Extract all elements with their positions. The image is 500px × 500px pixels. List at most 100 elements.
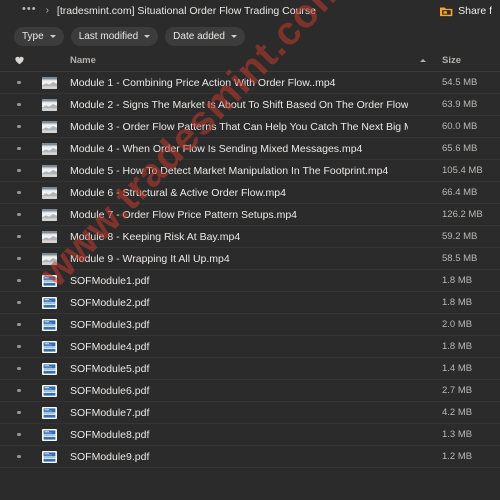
dot-icon [17,366,21,371]
breadcrumb-current-folder[interactable]: [tradesmint.com] Situational Order Flow … [57,5,316,17]
table-row[interactable]: Module 8 - Keeping Risk At Bay.mp4 59.2 M… [0,226,500,248]
row-favorite-toggle[interactable] [0,102,38,107]
filter-pill-date-added[interactable]: Date added [165,26,245,46]
table-row[interactable]: SOFModule9.pdf 1.2 MB [0,446,500,468]
table-row[interactable]: SOFModule5.pdf 1.4 MB [0,358,500,380]
row-file-name[interactable]: Module 9 - Wrapping It All Up.mp4 [60,253,408,265]
pdf-thumbnail-icon [41,384,57,397]
table-row[interactable]: SOFModule6.pdf 2.7 MB [0,380,500,402]
table-row[interactable]: Module 9 - Wrapping It All Up.mp4 58.5 MB [0,248,500,270]
table-row[interactable]: SOFModule7.pdf 4.2 MB [0,402,500,424]
row-file-icon [38,98,60,111]
row-file-size: 59.2 MB [442,231,478,242]
video-thumbnail-icon [41,252,57,265]
row-file-name[interactable]: SOFModule7.pdf [60,407,408,419]
table-row[interactable]: Module 2 - Signs The Market Is About To … [0,94,500,116]
pdf-thumbnail-icon [41,318,57,331]
row-file-icon [38,450,60,463]
row-file-name[interactable]: SOFModule8.pdf [60,429,408,441]
row-file-size: 54.5 MB [442,77,478,88]
row-file-name[interactable]: SOFModule9.pdf [60,451,408,463]
table-row[interactable]: SOFModule8.pdf 1.3 MB [0,424,500,446]
row-file-name[interactable]: Module 5 - How To Detect Market Manipula… [60,165,408,177]
row-favorite-toggle[interactable] [0,410,38,415]
row-favorite-toggle[interactable] [0,256,38,261]
row-file-name[interactable]: Module 4 - When Order Flow Is Sending Mi… [60,143,408,155]
row-file-name[interactable]: SOFModule6.pdf [60,385,408,397]
share-button[interactable]: Share f [440,5,492,17]
row-file-name[interactable]: SOFModule3.pdf [60,319,408,331]
row-file-icon [38,208,60,221]
row-favorite-toggle[interactable] [0,146,38,151]
row-favorite-toggle[interactable] [0,300,38,305]
row-file-name[interactable]: SOFModule1.pdf [60,275,408,287]
row-file-icon [38,230,60,243]
row-favorite-toggle[interactable] [0,322,38,327]
filter-pill-last-modified[interactable]: Last modified [70,26,159,46]
row-file-size: 1.8 MB [442,275,473,286]
dot-icon [17,344,21,349]
row-file-name[interactable]: SOFModule2.pdf [60,297,408,309]
table-row[interactable]: Module 3 - Order Flow Patterns That Can … [0,116,500,138]
row-file-size: 1.3 MB [442,429,473,440]
table-row[interactable]: SOFModule3.pdf 2.0 MB [0,314,500,336]
table-header-row: Name Size [0,50,500,72]
row-file-size: 1.2 MB [442,451,473,462]
table-row[interactable]: SOFModule4.pdf 1.8 MB [0,336,500,358]
favorite-column-header[interactable] [0,56,38,65]
row-favorite-toggle[interactable] [0,344,38,349]
table-row[interactable]: Module 6 - Structural & Active Order Flo… [0,182,500,204]
row-favorite-toggle[interactable] [0,168,38,173]
row-file-name[interactable]: SOFModule5.pdf [60,363,408,375]
table-row[interactable]: Module 4 - When Order Flow Is Sending Mi… [0,138,500,160]
row-file-size: 2.0 MB [442,319,473,330]
row-file-size: 4.2 MB [442,407,473,418]
table-row[interactable]: SOFModule1.pdf 1.8 MB [0,270,500,292]
breadcrumb-separator-icon: › [45,5,49,16]
filter-pill-type[interactable]: Type [14,26,64,46]
row-favorite-toggle[interactable] [0,190,38,195]
row-file-name[interactable]: Module 3 - Order Flow Patterns That Can … [60,121,408,133]
chevron-down-icon [49,34,56,38]
row-file-size: 63.9 MB [442,99,478,110]
row-file-name[interactable]: Module 6 - Structural & Active Order Flo… [60,187,408,199]
row-favorite-toggle[interactable] [0,432,38,437]
video-thumbnail-icon [41,76,57,89]
table-row[interactable]: Module 1 - Combining Price Action With O… [0,72,500,94]
row-favorite-toggle[interactable] [0,454,38,459]
file-rows-container: Module 1 - Combining Price Action With O… [0,72,500,468]
table-row[interactable]: Module 5 - How To Detect Market Manipula… [0,160,500,182]
row-file-name[interactable]: Module 1 - Combining Price Action With O… [60,77,408,89]
row-favorite-toggle[interactable] [0,278,38,283]
dot-icon [17,146,21,151]
row-favorite-toggle[interactable] [0,234,38,239]
breadcrumb-overflow-button[interactable]: ••• [22,4,37,18]
row-file-size: 1.4 MB [442,363,473,374]
size-column-header[interactable]: Size [438,55,500,66]
video-thumbnail-icon [41,98,57,111]
dot-icon [17,432,21,437]
row-file-size: 2.7 MB [442,385,473,396]
row-favorite-toggle[interactable] [0,80,38,85]
row-file-name[interactable]: Module 8 - Keeping Risk At Bay.mp4 [60,231,408,243]
heart-icon [14,56,24,65]
folder-icon [440,7,453,16]
video-thumbnail-icon [41,230,57,243]
row-favorite-toggle[interactable] [0,388,38,393]
filter-pill-type-label: Type [22,30,44,42]
table-row[interactable]: SOFModule2.pdf 1.8 MB [0,292,500,314]
dot-icon [17,300,21,305]
row-favorite-toggle[interactable] [0,366,38,371]
dot-icon [17,234,21,239]
row-favorite-toggle[interactable] [0,124,38,129]
sort-ascending-button[interactable] [408,59,438,62]
dot-icon [17,168,21,173]
table-row[interactable]: Module 7 - Order Flow Price Pattern Setu… [0,204,500,226]
row-file-name[interactable]: SOFModule4.pdf [60,341,408,353]
row-file-icon [38,296,60,309]
row-file-name[interactable]: Module 7 - Order Flow Price Pattern Setu… [60,209,408,221]
video-thumbnail-icon [41,142,57,155]
name-column-header[interactable]: Name [60,55,408,66]
row-file-name[interactable]: Module 2 - Signs The Market Is About To … [60,99,408,111]
row-favorite-toggle[interactable] [0,212,38,217]
